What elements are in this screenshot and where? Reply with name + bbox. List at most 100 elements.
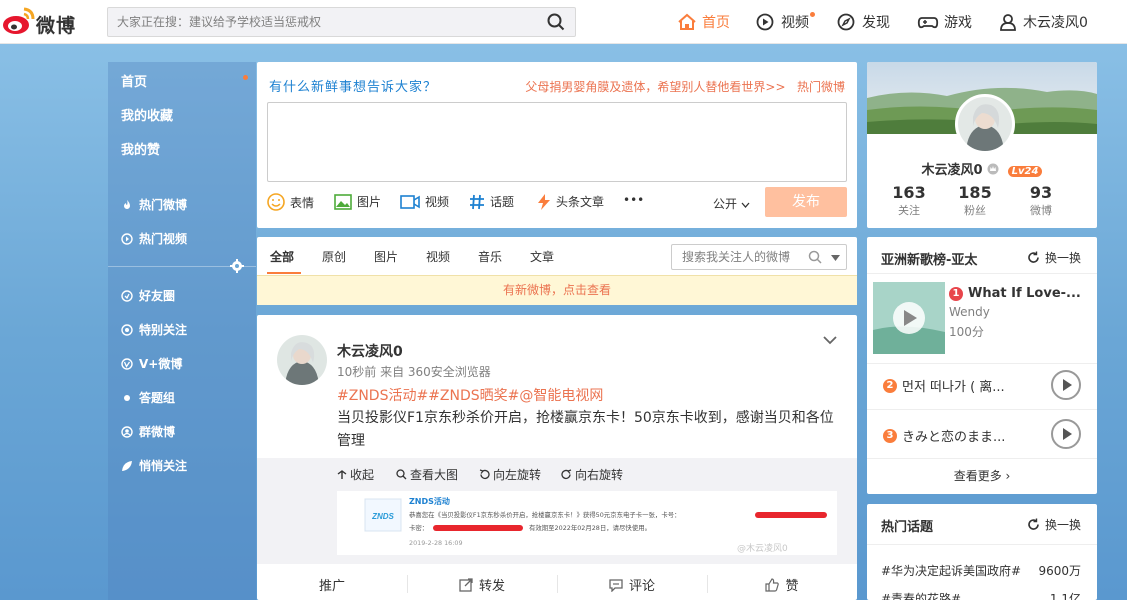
nav-video-label: 视频 bbox=[781, 15, 809, 31]
emoji-icon bbox=[267, 193, 285, 211]
sidebar-item-favorites[interactable]: 我的收藏 bbox=[121, 105, 173, 124]
song-1-title[interactable]: 1 What If Love-... bbox=[949, 286, 1081, 301]
tool-topic[interactable]: 话题 bbox=[469, 193, 514, 210]
stat-posts[interactable]: 93 微博 bbox=[1011, 183, 1071, 218]
song-cover[interactable] bbox=[873, 282, 945, 354]
profile-name[interactable]: 木云凌风0 bbox=[922, 163, 983, 178]
sidebar-item-label: 好友圈 bbox=[139, 289, 176, 303]
sidebar-item-hot-weibo[interactable]: 热门微博 bbox=[121, 196, 187, 213]
media-view-large[interactable]: 查看大图 bbox=[396, 466, 458, 483]
promote-button[interactable]: 推广 bbox=[257, 569, 407, 600]
composer-textarea[interactable] bbox=[267, 102, 847, 182]
media-collapse[interactable]: 收起 bbox=[337, 466, 374, 483]
comment-button[interactable]: 评论 bbox=[557, 569, 707, 600]
media-action-label: 查看大图 bbox=[410, 468, 459, 482]
sidebar-item-secret[interactable]: 悄悄关注 bbox=[121, 457, 187, 474]
nav-discover[interactable]: 发现 bbox=[837, 0, 890, 44]
music-refresh-button[interactable]: 换一换 bbox=[1027, 249, 1081, 266]
tool-video[interactable]: 视频 bbox=[400, 193, 449, 210]
tab-articles[interactable]: 文章 bbox=[530, 248, 554, 265]
level-badge[interactable]: Lv24 bbox=[1007, 166, 1043, 177]
weibo-logo[interactable]: 微博 bbox=[2, 6, 82, 38]
post-author-avatar[interactable] bbox=[277, 335, 327, 385]
hot-weibo-link[interactable]: 热门微博 bbox=[797, 80, 845, 94]
gear-icon[interactable] bbox=[230, 259, 244, 273]
hot-topic-row[interactable]: #华为决定起诉美国政府# 9600万 bbox=[881, 562, 1081, 579]
tool-image[interactable]: 图片 bbox=[334, 193, 381, 210]
post-image[interactable]: ZNDS ZNDS活动 恭喜您在《当贝投影仪F1京东秒杀价开启，抢楼赢京东卡！》… bbox=[337, 491, 837, 555]
action-label: 评论 bbox=[628, 579, 655, 594]
sidebar-item-label: 悄悄关注 bbox=[139, 459, 188, 473]
sidebar-item-home[interactable]: 首页 bbox=[121, 71, 147, 90]
tab-all[interactable]: 全部 bbox=[270, 248, 294, 265]
song-name: きみと恋のまま... bbox=[902, 430, 1006, 445]
hot-refresh-button[interactable]: 换一换 bbox=[1027, 516, 1081, 533]
feed-search[interactable] bbox=[671, 244, 847, 270]
sidebar-item-hot-video[interactable]: 热门视频 bbox=[121, 230, 187, 247]
stat-following[interactable]: 163 关注 bbox=[879, 183, 939, 218]
active-tab-indicator bbox=[267, 272, 301, 274]
vip-crown-icon[interactable] bbox=[987, 163, 999, 175]
svg-text:ZNDS: ZNDS bbox=[371, 512, 394, 521]
nav-user[interactable]: 木云凌风0 bbox=[998, 0, 1088, 44]
search-icon[interactable] bbox=[547, 13, 565, 31]
tab-music[interactable]: 音乐 bbox=[478, 248, 502, 265]
sidebar-item-group[interactable]: 群微博 bbox=[121, 423, 175, 440]
sidebar-item-vplus[interactable]: V+微博 bbox=[121, 355, 182, 372]
chevron-down-icon[interactable] bbox=[823, 335, 837, 345]
tab-original[interactable]: 原创 bbox=[322, 248, 346, 265]
sidebar-item-special[interactable]: 特别关注 bbox=[121, 321, 187, 338]
image-watermark: @木云凌风0 bbox=[737, 542, 788, 554]
song-1-artist[interactable]: Wendy bbox=[949, 305, 990, 319]
rotate-left-icon bbox=[479, 469, 490, 480]
refresh-icon bbox=[1028, 518, 1039, 530]
sidebar-item-friends[interactable]: 好友圈 bbox=[121, 287, 175, 304]
like-button[interactable]: 赞 bbox=[707, 569, 857, 600]
hot-topic-count: 1.1亿 bbox=[1049, 592, 1081, 600]
nav-home[interactable]: 首页 bbox=[677, 0, 730, 44]
nav-user-label: 木云凌风0 bbox=[1023, 15, 1088, 31]
global-search-input[interactable] bbox=[108, 8, 528, 36]
hot-topics-title[interactable]: 热门话题 bbox=[881, 516, 933, 535]
tool-label: 话题 bbox=[490, 195, 515, 209]
global-search[interactable] bbox=[107, 7, 576, 37]
video-icon bbox=[756, 13, 774, 31]
sidebar-item-likes[interactable]: 我的赞 bbox=[121, 139, 160, 158]
new-posts-notice[interactable]: 有新微博，点击查看 bbox=[257, 275, 857, 305]
tool-emoji[interactable]: 表情 bbox=[267, 193, 314, 211]
music-chart-card: 亚洲新歌榜-亚太 换一换 1 What If Love-... Wendy 10… bbox=[867, 237, 1097, 494]
action-label: 转发 bbox=[478, 579, 505, 594]
divider bbox=[867, 409, 1097, 410]
hot-topic-row[interactable]: #青春的花路# 1.1亿 bbox=[881, 590, 1081, 600]
nav-games[interactable]: 游戏 bbox=[917, 0, 972, 44]
tab-images[interactable]: 图片 bbox=[374, 248, 398, 265]
visibility-select[interactable]: 公开 bbox=[713, 195, 750, 212]
sidebar-item-quiz[interactable]: 答题组 bbox=[121, 389, 175, 406]
post-media: 收起 查看大图 向左旋转 向右旋转 ZNDS ZNDS活动 恭喜您在《当贝投影仪… bbox=[257, 458, 857, 564]
profile-avatar[interactable] bbox=[955, 94, 1015, 154]
hot-topic-link[interactable]: 父母捐男婴角膜及遗体，希望别人替他看世界>> bbox=[525, 80, 785, 94]
play-button[interactable] bbox=[1051, 419, 1081, 449]
music-chart-title[interactable]: 亚洲新歌榜-亚太 bbox=[881, 249, 977, 268]
see-more-link[interactable]: 查看更多 › bbox=[867, 467, 1097, 484]
tab-videos[interactable]: 视频 bbox=[426, 248, 450, 265]
media-rotate-right[interactable]: 向右旋转 bbox=[561, 466, 623, 483]
post-author-name[interactable]: 木云凌风0 bbox=[337, 341, 403, 361]
play-button[interactable] bbox=[1051, 370, 1081, 400]
nav-video[interactable]: 视频 bbox=[756, 0, 809, 44]
repost-button[interactable]: 转发 bbox=[407, 569, 557, 600]
stat-followers[interactable]: 185 粉丝 bbox=[945, 183, 1005, 218]
image-body-2: 卡密： bbox=[409, 523, 428, 532]
dot-icon bbox=[124, 394, 130, 401]
image-body-3: 有效期至2022年02月28日，请尽快使用。 bbox=[529, 523, 651, 532]
post-hashtags[interactable]: #ZNDS活动##ZNDS晒奖#@智能电视网 bbox=[337, 385, 603, 405]
song-3-row[interactable]: 3 きみと恋のまま... bbox=[883, 426, 1005, 445]
dropdown-triangle-icon[interactable] bbox=[831, 255, 840, 261]
song-2-row[interactable]: 2 먼저 떠나가 ( 离... bbox=[883, 376, 1005, 395]
media-rotate-left[interactable]: 向左旋转 bbox=[479, 466, 541, 483]
tool-more[interactable]: ••• bbox=[623, 193, 644, 207]
search-icon[interactable] bbox=[808, 250, 822, 264]
publish-button[interactable]: 发布 bbox=[765, 187, 847, 217]
tool-article[interactable]: 头条文章 bbox=[537, 193, 604, 210]
feed-search-input[interactable] bbox=[672, 245, 802, 269]
